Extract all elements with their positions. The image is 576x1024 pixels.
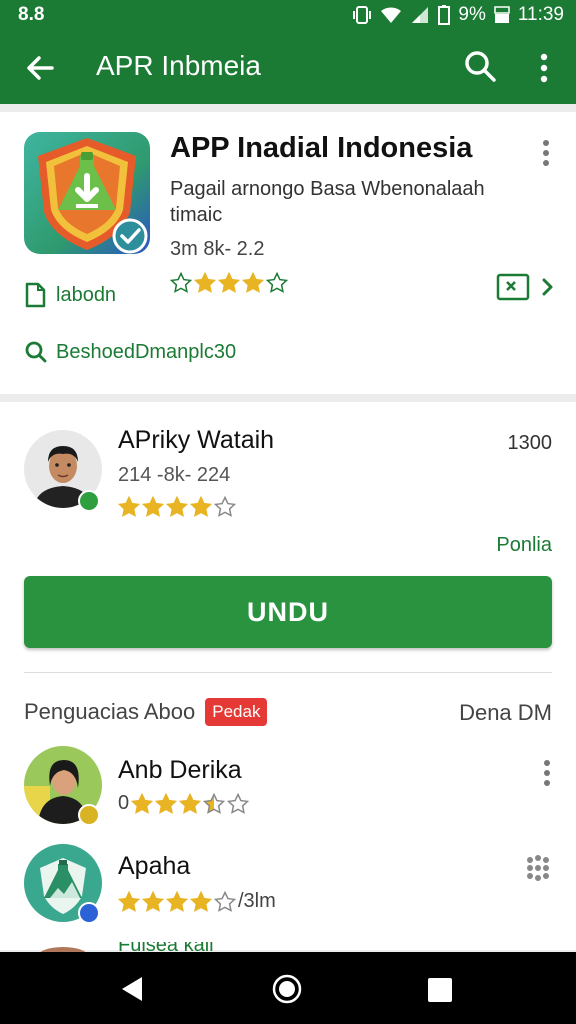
section-title: Penguacias Aboo [24,699,196,724]
battery-percent: 9% [458,4,486,25]
star-icon [227,792,250,814]
search-link: BeshoedDmanplc30 [56,340,237,363]
star-icon [142,890,164,912]
item-rating [118,890,236,913]
app-icon[interactable] [24,132,150,254]
app-subtitle: Pagail arnongo Basa Wbenonalaah timaic [170,178,485,226]
app-bar: APR Inbmeia [0,32,576,104]
star-icon [179,792,202,814]
app-title: APP Inadial Indonesia [170,132,473,164]
clock: 11:39 [517,4,564,25]
star-icon [218,272,240,293]
battery-icon [438,5,451,25]
card-overflow-icon[interactable] [538,138,554,168]
star-icon [155,792,178,814]
verified-badge-icon [78,490,100,512]
star-icon [118,496,140,517]
star-icon [190,496,212,517]
item-badge-icon [78,804,100,826]
item-name: Anb Derika [118,756,242,784]
file-label: labodn [56,283,117,306]
review-link[interactable]: Ponlia [496,534,552,557]
star-icon [266,272,288,293]
review-date: 214 -8k- 224 [118,464,231,486]
reviewer-name: APriky Wataih [118,426,275,454]
star-icon [170,272,192,293]
star-icon [203,792,226,814]
install-device-icon[interactable] [496,272,556,302]
overflow-menu-icon[interactable] [532,50,556,86]
wifi-icon [381,7,402,24]
item-meta: /3lm [118,890,276,913]
item-name: Apaha [118,852,191,880]
partial-list-item[interactable]: Fuisea kail [24,942,552,952]
document-icon [25,282,46,308]
item-meta-prefix: 0 [118,792,130,814]
nav-recents-icon[interactable] [428,978,452,1002]
item-rating [131,792,250,815]
download-button[interactable]: UNDU [24,576,552,648]
search-icon[interactable] [462,48,498,84]
nav-home-icon[interactable] [272,974,302,1004]
section-action[interactable]: Dena DM [459,700,552,726]
review-count: 1300 [507,432,553,454]
signal-icon [412,7,429,23]
star-icon [166,496,188,517]
search-link-row[interactable]: BeshoedDmanplc30 [24,340,236,364]
star-icon [242,272,264,293]
item-overflow-icon[interactable] [540,758,554,788]
app-bar-title: APR Inbmeia [96,50,261,81]
status-bar: 8.8 9% 11:39 [0,0,576,32]
item-badge-icon [78,902,100,924]
partial-item-name: Fuisea kail [118,942,214,952]
star-icon [214,496,236,517]
app-card: APP Inadial Indonesia Pagail arnongo Bas… [0,112,576,394]
star-icon [166,890,188,912]
partial-avatar [40,947,86,952]
section-header: Penguacias Aboo Pedak [24,698,268,726]
star-icon [131,792,154,814]
drag-handle-icon[interactable] [524,854,552,882]
star-icon [190,890,212,912]
nav-back-icon[interactable] [120,976,144,1002]
item-meta: 0 [118,792,250,815]
item-meta-suffix: /3lm [238,890,276,912]
system-nav-bar [0,952,576,1024]
app-rating [170,272,288,294]
star-icon [214,890,236,912]
divider [24,672,552,673]
review-rating [118,496,236,518]
star-icon [194,272,216,293]
status-left-text: 8.8 [18,4,45,25]
star-icon [118,890,140,912]
star-icon [142,496,164,517]
back-arrow-icon[interactable] [22,50,58,86]
search-small-icon [25,341,47,363]
review-card: APriky Wataih 214 -8k- 224 1300 Ponlia U… [0,402,576,952]
file-label-row[interactable]: labodn [24,282,116,308]
app-meta: 3m 8k- 2.2 [170,238,265,260]
battery-level-icon [494,6,510,23]
section-pill[interactable]: Pedak [205,698,268,726]
vibrate-icon [353,6,372,24]
